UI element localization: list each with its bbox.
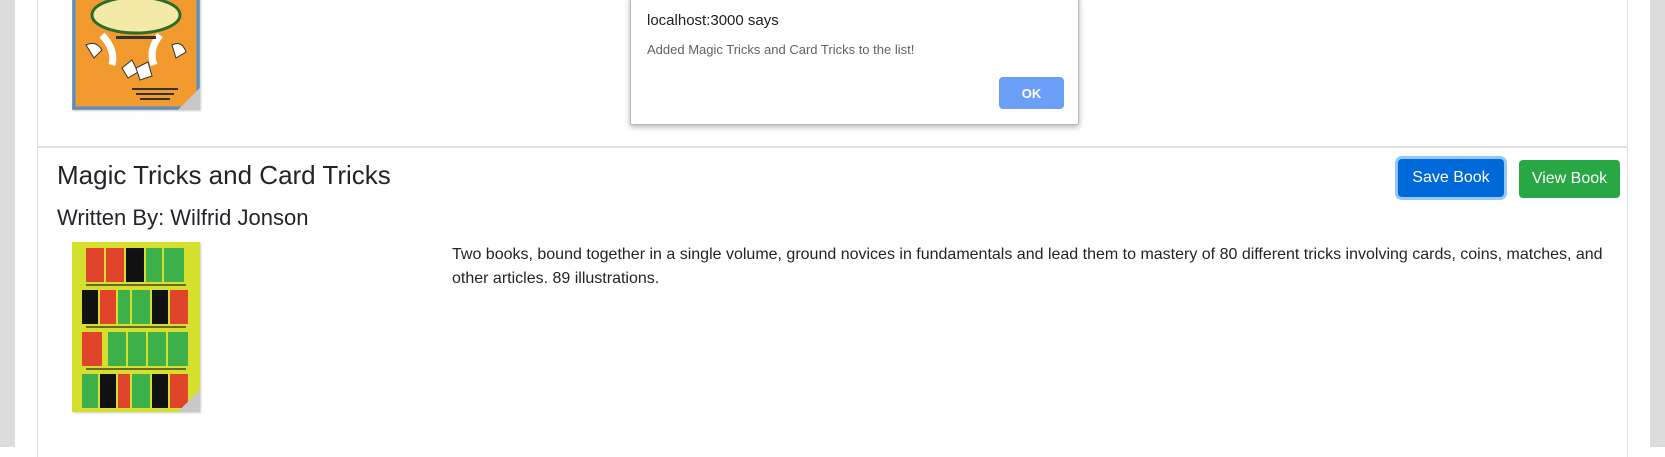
book-title: Magic Tricks and Card Tricks xyxy=(57,160,391,190)
page-curl-icon xyxy=(178,390,200,412)
left-gutter xyxy=(0,0,15,447)
previous-book-cover xyxy=(72,0,200,110)
dialog-message: Added Magic Tricks and Card Tricks to th… xyxy=(647,42,915,57)
book-cover xyxy=(72,242,200,412)
book-card xyxy=(37,147,1628,457)
right-gutter xyxy=(1650,0,1665,447)
save-book-button[interactable]: Save Book xyxy=(1398,159,1504,197)
view-book-button[interactable]: View Book xyxy=(1519,160,1620,198)
ok-button[interactable]: OK xyxy=(999,77,1064,109)
book-cover-art xyxy=(72,242,200,412)
dialog-origin: localhost:3000 says xyxy=(647,12,779,29)
book-author: Written By: Wilfrid Jonson xyxy=(57,205,309,230)
page-content: Magic Tricks and Card Tricks Written By:… xyxy=(15,0,1650,457)
page-curl-icon xyxy=(178,88,200,110)
book-description: Two books, bound together in a single vo… xyxy=(452,246,1603,287)
alert-dialog: localhost:3000 says Added Magic Tricks a… xyxy=(630,0,1079,125)
